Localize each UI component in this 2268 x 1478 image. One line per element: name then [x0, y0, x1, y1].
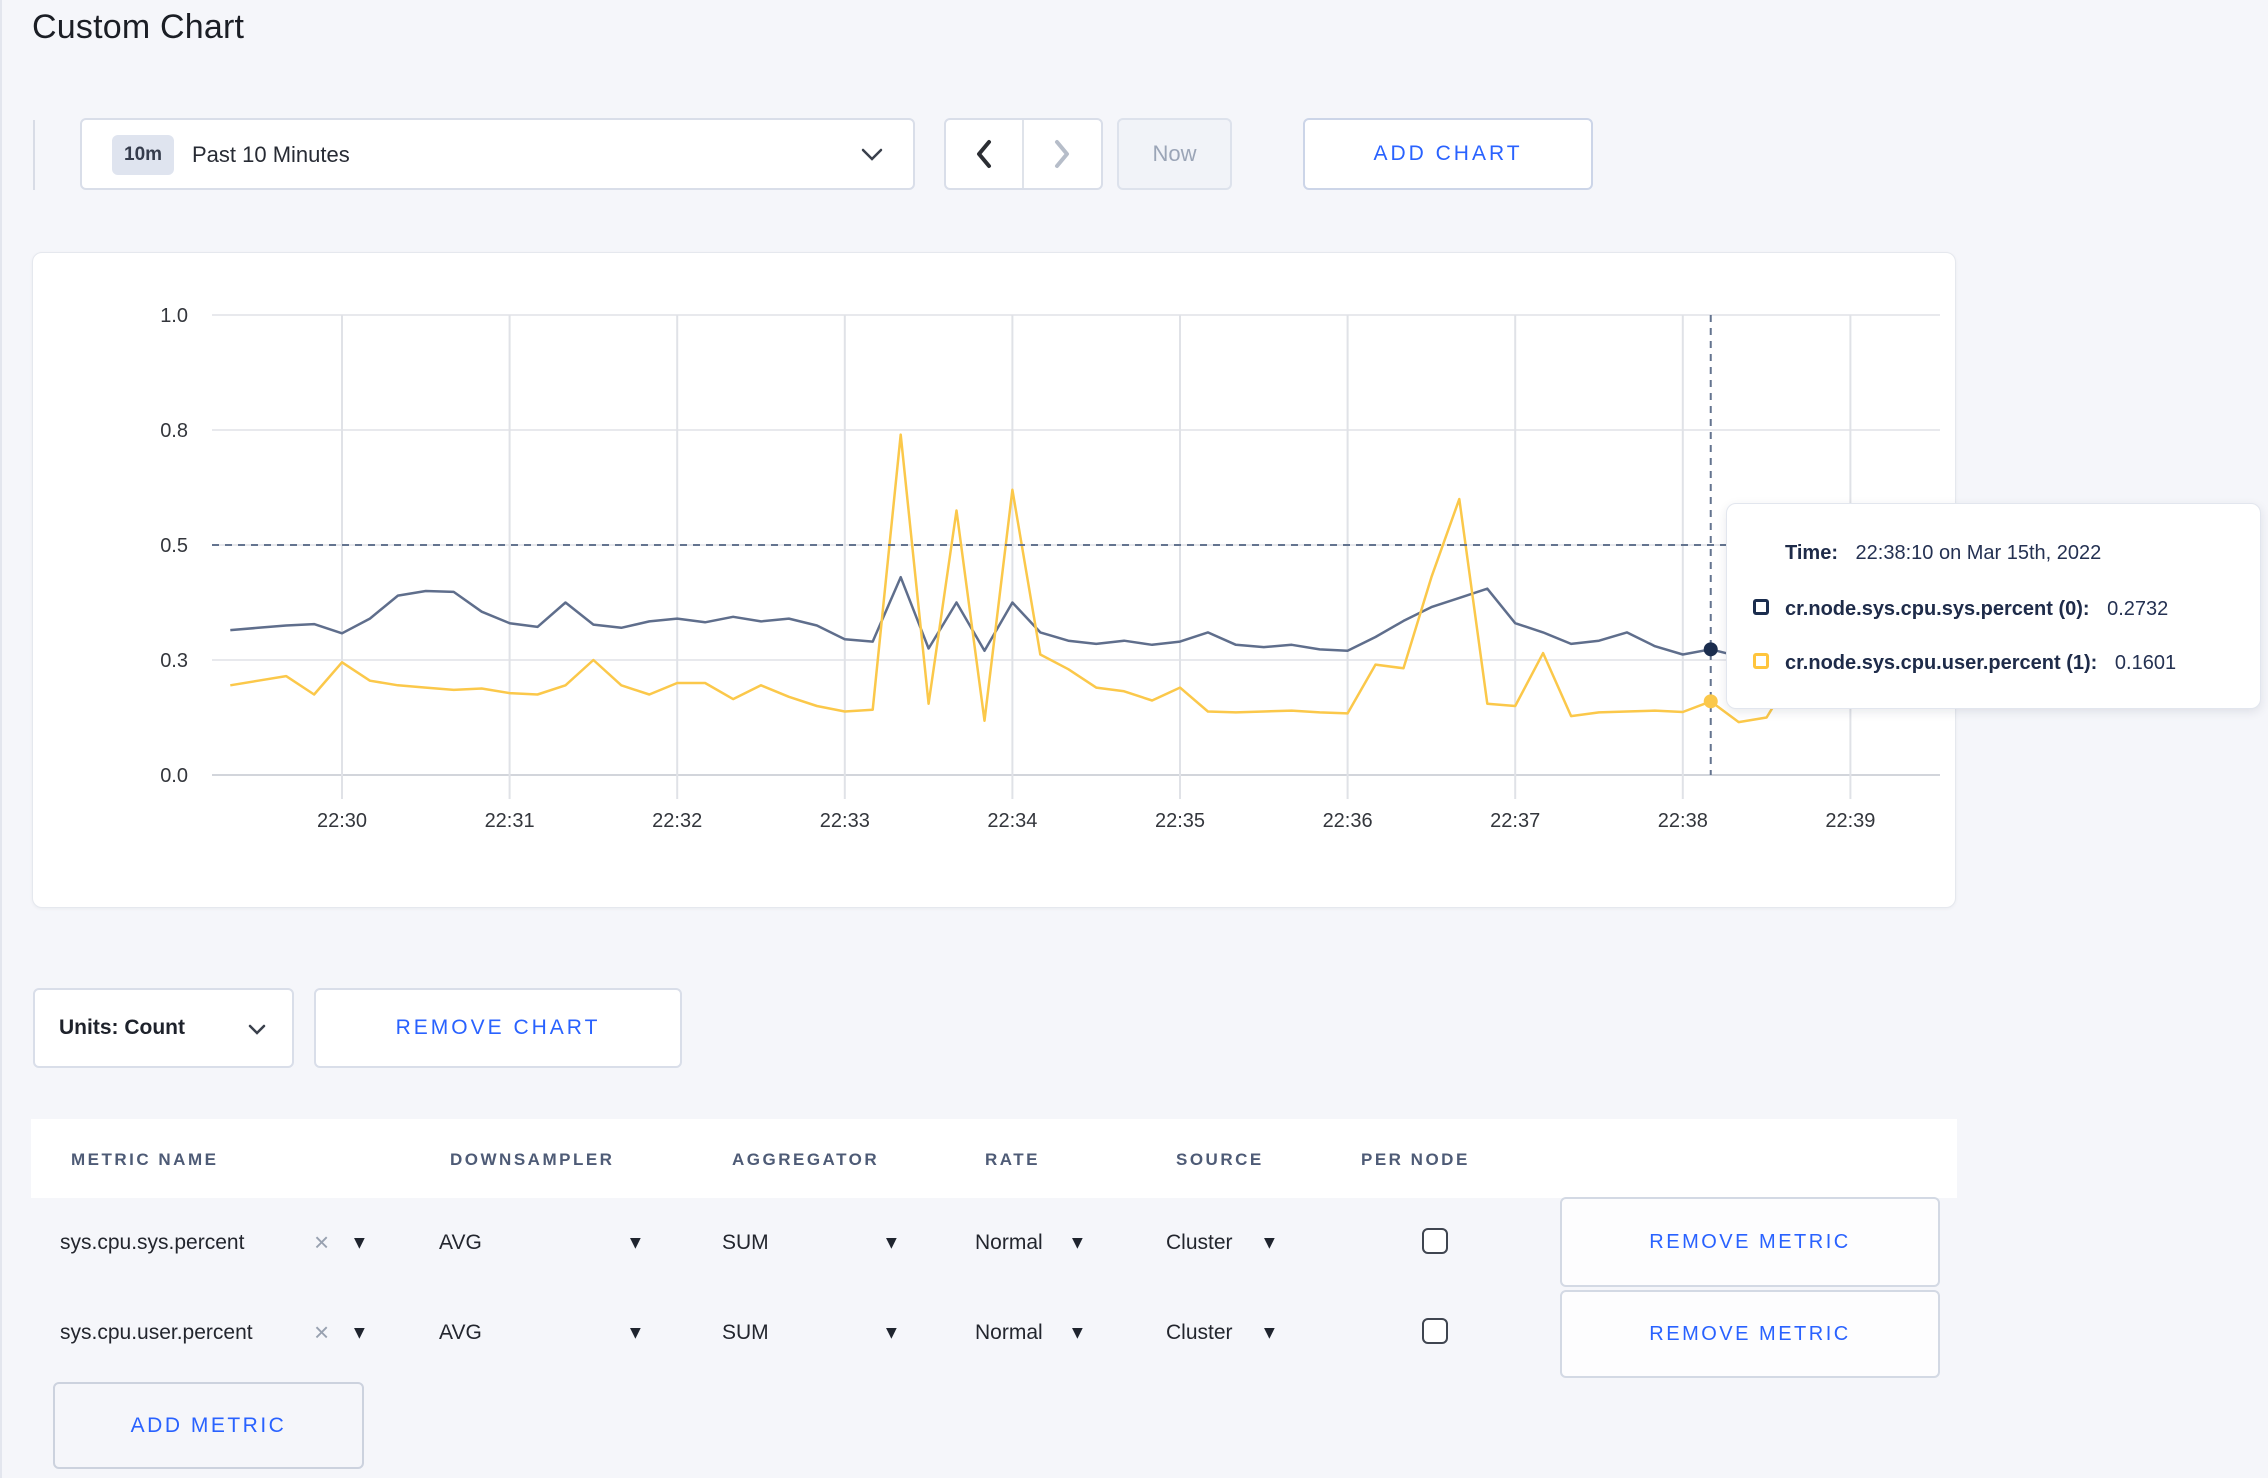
tooltip-sys-value: 0.2732: [2107, 598, 2169, 620]
x-tick-label: 22:32: [652, 810, 702, 832]
tooltip-user-label: cr.node.sys.cpu.user.percent (1):: [1785, 652, 2098, 674]
now-button[interactable]: Now: [1117, 118, 1232, 190]
add-metric-button[interactable]: ADD METRIC: [53, 1382, 364, 1469]
x-tick-label: 22:30: [317, 810, 367, 832]
tooltip-series-row: cr.node.sys.cpu.user.percent (1): 0.1601: [1753, 652, 2177, 675]
series-sys-swatch-icon: [1753, 599, 1769, 615]
clear-metric-icon[interactable]: ×: [314, 1317, 329, 1348]
prev-time-button[interactable]: [946, 120, 1024, 188]
rate-caret-icon[interactable]: ▼: [1072, 1325, 1083, 1341]
tooltip-time-value: 22:38:10 on Mar 15th, 2022: [1855, 542, 2102, 564]
chevron-down-icon: [861, 148, 883, 167]
time-range-badge: 10m: [112, 135, 175, 175]
y-tick-label: 0.3: [160, 650, 188, 672]
col-header-source: SOURCE: [1176, 1150, 1264, 1169]
tooltip-time-label: Time:: [1785, 542, 1838, 564]
aggregator-value[interactable]: SUM: [722, 1321, 769, 1345]
next-time-button[interactable]: [1024, 120, 1102, 188]
clear-metric-icon[interactable]: ×: [314, 1227, 329, 1258]
chevron-down-icon: [248, 1023, 266, 1041]
x-tick-label: 22:37: [1490, 810, 1540, 832]
rate-value[interactable]: Normal: [975, 1321, 1043, 1345]
downsampler-caret-icon[interactable]: ▼: [630, 1325, 641, 1341]
tooltip-user-value: 0.1601: [2114, 652, 2177, 674]
downsampler-caret-icon[interactable]: ▼: [630, 1235, 641, 1251]
rate-value[interactable]: Normal: [975, 1231, 1043, 1255]
col-header-downsampler: DOWNSAMPLER: [450, 1150, 615, 1169]
time-range-select[interactable]: 10m Past 10 Minutes: [80, 118, 915, 190]
aggregator-caret-icon[interactable]: ▼: [886, 1235, 897, 1251]
remove-metric-button[interactable]: REMOVE METRIC: [1560, 1197, 1940, 1287]
col-header-aggregator: AGGREGATOR: [732, 1150, 880, 1169]
col-header-rate: RATE: [985, 1150, 1041, 1169]
source-caret-icon[interactable]: ▼: [1264, 1325, 1275, 1341]
time-range-label: Past 10 Minutes: [192, 142, 350, 167]
per-node-checkbox[interactable]: [1422, 1228, 1448, 1254]
remove-metric-button[interactable]: REMOVE METRIC: [1560, 1290, 1940, 1378]
page-title: Custom Chart: [32, 8, 245, 46]
units-label: Units: Count: [59, 1016, 185, 1039]
per-node-checkbox[interactable]: [1422, 1318, 1448, 1344]
y-tick-label: 1.0: [160, 305, 188, 327]
tooltip-sys-label: cr.node.sys.cpu.sys.percent (0):: [1785, 598, 2090, 620]
y-tick-label: 0.8: [160, 420, 188, 442]
col-header-per-node: PER NODE: [1361, 1150, 1470, 1169]
chart-canvas[interactable]: 0.0 0.3 0.5 0.8 1.0 22:30 22:31 22:32 22:33 22:34…: [32, 252, 1956, 908]
chevron-right-icon: [1055, 140, 1070, 168]
add-chart-button[interactable]: ADD CHART: [1303, 118, 1593, 190]
metric-dropdown-caret-icon[interactable]: ▼: [354, 1325, 365, 1341]
col-header-metric-name: METRIC NAME: [71, 1150, 219, 1169]
y-tick-label: 0.0: [160, 765, 188, 787]
x-tick-label: 22:31: [485, 810, 535, 832]
toolbar-divider: [33, 120, 35, 190]
x-tick-label: 22:33: [820, 810, 870, 832]
crosshair-dot-user: [1703, 694, 1718, 709]
chart-hover-tooltip: Time: 22:38:10 on Mar 15th, 2022 cr.node…: [1726, 503, 2261, 709]
x-tick-label: 22:35: [1155, 810, 1205, 832]
y-tick-label: 0.5: [160, 535, 188, 557]
x-tick-label: 22:34: [987, 810, 1037, 832]
metric-name-value[interactable]: sys.cpu.user.percent: [60, 1321, 253, 1345]
units-select[interactable]: Units: Count: [33, 988, 294, 1068]
source-caret-icon[interactable]: ▼: [1264, 1235, 1275, 1251]
chevron-left-icon: [976, 140, 991, 168]
x-tick-label: 22:36: [1323, 810, 1373, 832]
downsampler-value[interactable]: AVG: [439, 1321, 482, 1345]
downsampler-value[interactable]: AVG: [439, 1231, 482, 1255]
aggregator-caret-icon[interactable]: ▼: [886, 1325, 897, 1341]
crosshair-dot-sys: [1703, 642, 1718, 657]
series-user-swatch-icon: [1753, 653, 1769, 669]
source-value[interactable]: Cluster: [1166, 1231, 1233, 1255]
tooltip-time-row: Time: 22:38:10 on Mar 15th, 2022: [1785, 542, 2101, 565]
metric-dropdown-caret-icon[interactable]: ▼: [354, 1235, 365, 1251]
aggregator-value[interactable]: SUM: [722, 1231, 769, 1255]
remove-chart-button[interactable]: REMOVE CHART: [314, 988, 682, 1068]
x-tick-label: 22:38: [1658, 810, 1708, 832]
series-line-sys: [230, 575, 1851, 658]
time-step-group: [944, 118, 1103, 190]
metric-name-value[interactable]: sys.cpu.sys.percent: [60, 1231, 244, 1255]
series-line-user: [230, 433, 1852, 724]
x-tick-label: 22:39: [1825, 810, 1875, 832]
source-value[interactable]: Cluster: [1166, 1321, 1233, 1345]
rate-caret-icon[interactable]: ▼: [1072, 1235, 1083, 1251]
tooltip-series-row: cr.node.sys.cpu.sys.percent (0): 0.2732: [1753, 598, 2169, 621]
